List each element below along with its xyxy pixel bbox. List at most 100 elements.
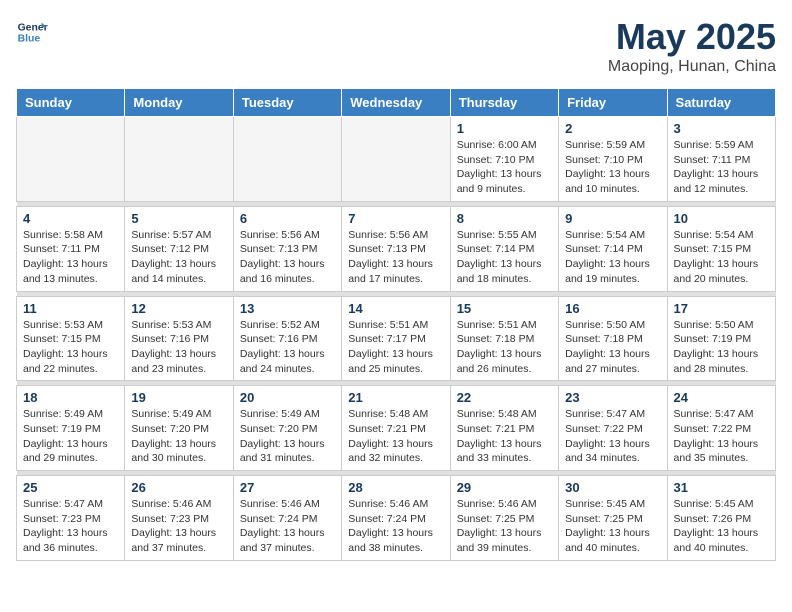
day-info: Sunrise: 5:59 AM Sunset: 7:10 PM Dayligh… [565,138,660,197]
day-info: Sunrise: 5:51 AM Sunset: 7:18 PM Dayligh… [457,318,552,377]
day-number: 29 [457,480,552,495]
calendar-cell: 17Sunrise: 5:50 AM Sunset: 7:19 PM Dayli… [667,296,775,381]
calendar-cell: 19Sunrise: 5:49 AM Sunset: 7:20 PM Dayli… [125,386,233,471]
month-title: May 2025 [608,16,776,58]
day-info: Sunrise: 5:47 AM Sunset: 7:22 PM Dayligh… [565,407,660,466]
calendar-cell: 24Sunrise: 5:47 AM Sunset: 7:22 PM Dayli… [667,386,775,471]
day-info: Sunrise: 5:45 AM Sunset: 7:25 PM Dayligh… [565,497,660,556]
day-info: Sunrise: 5:46 AM Sunset: 7:25 PM Dayligh… [457,497,552,556]
calendar-cell [342,117,450,202]
calendar-cell: 14 Sunrise: 5:51 AM Sunset: 7:17 PM Dayli… [342,296,450,381]
calendar-cell: 31 Sunrise: 5:45 AM Sunset: 7:26 PM Dayli… [667,476,775,561]
weekday-header-thursday: Thursday [450,89,558,117]
calendar-cell: 18Sunrise: 5:49 AM Sunset: 7:19 PM Dayli… [17,386,125,471]
calendar-cell: 15 Sunrise: 5:51 AM Sunset: 7:18 PM Dayli… [450,296,558,381]
day-number: 4 [23,211,118,226]
weekday-header-wednesday: Wednesday [342,89,450,117]
calendar-cell [17,117,125,202]
calendar-cell: 7 Sunrise: 5:56 AM Sunset: 7:13 PM Daylig… [342,206,450,291]
day-info: Sunrise: 5:49 AM Sunset: 7:19 PM Dayligh… [23,407,118,466]
day-info: Sunrise: 5:46 AM Sunset: 7:23 PM Dayligh… [131,497,226,556]
day-number: 30 [565,480,660,495]
calendar-cell: 25Sunrise: 5:47 AM Sunset: 7:23 PM Dayli… [17,476,125,561]
day-info: Sunrise: 5:48 AM Sunset: 7:21 PM Dayligh… [348,407,443,466]
logo: General Blue [16,16,48,48]
day-number: 24 [674,390,769,405]
day-info: Sunrise: 5:45 AM Sunset: 7:26 PM Dayligh… [674,497,769,556]
day-info: Sunrise: 5:55 AM Sunset: 7:14 PM Dayligh… [457,228,552,287]
day-info: Sunrise: 5:50 AM Sunset: 7:19 PM Dayligh… [674,318,769,377]
day-info: Sunrise: 5:50 AM Sunset: 7:18 PM Dayligh… [565,318,660,377]
day-number: 3 [674,121,769,136]
calendar-cell [125,117,233,202]
day-number: 10 [674,211,769,226]
calendar-cell: 8 Sunrise: 5:55 AM Sunset: 7:14 PM Daylig… [450,206,558,291]
day-number: 28 [348,480,443,495]
day-number: 20 [240,390,335,405]
day-number: 31 [674,480,769,495]
calendar-table: SundayMondayTuesdayWednesdayThursdayFrid… [16,88,776,561]
calendar-cell: 1 Sunrise: 6:00 AM Sunset: 7:10 PM Daylig… [450,117,558,202]
day-info: Sunrise: 5:46 AM Sunset: 7:24 PM Dayligh… [348,497,443,556]
day-number: 11 [23,301,118,316]
calendar-cell: 6Sunrise: 5:56 AM Sunset: 7:13 PM Daylig… [233,206,341,291]
day-info: Sunrise: 5:54 AM Sunset: 7:15 PM Dayligh… [674,228,769,287]
calendar-cell: 28 Sunrise: 5:46 AM Sunset: 7:24 PM Dayli… [342,476,450,561]
calendar-cell: 3 Sunrise: 5:59 AM Sunset: 7:11 PM Daylig… [667,117,775,202]
day-number: 8 [457,211,552,226]
weekday-header-tuesday: Tuesday [233,89,341,117]
calendar-cell: 2 Sunrise: 5:59 AM Sunset: 7:10 PM Daylig… [559,117,667,202]
day-number: 16 [565,301,660,316]
calendar-cell [233,117,341,202]
calendar-cell: 9Sunrise: 5:54 AM Sunset: 7:14 PM Daylig… [559,206,667,291]
day-info: Sunrise: 5:49 AM Sunset: 7:20 PM Dayligh… [131,407,226,466]
logo-icon: General Blue [16,16,48,48]
day-number: 13 [240,301,335,316]
day-number: 22 [457,390,552,405]
day-number: 27 [240,480,335,495]
day-info: Sunrise: 5:48 AM Sunset: 7:21 PM Dayligh… [457,407,552,466]
calendar-cell: 23Sunrise: 5:47 AM Sunset: 7:22 PM Dayli… [559,386,667,471]
calendar-cell: 16 Sunrise: 5:50 AM Sunset: 7:18 PM Dayli… [559,296,667,381]
svg-text:General: General [18,22,48,33]
day-info: Sunrise: 5:56 AM Sunset: 7:13 PM Dayligh… [348,228,443,287]
calendar-cell: 22 Sunrise: 5:48 AM Sunset: 7:21 PM Dayli… [450,386,558,471]
day-info: Sunrise: 5:52 AM Sunset: 7:16 PM Dayligh… [240,318,335,377]
day-number: 21 [348,390,443,405]
calendar-cell: 5 Sunrise: 5:57 AM Sunset: 7:12 PM Daylig… [125,206,233,291]
weekday-header-friday: Friday [559,89,667,117]
calendar-cell: 13 Sunrise: 5:52 AM Sunset: 7:16 PM Dayli… [233,296,341,381]
calendar-cell: 29 Sunrise: 5:46 AM Sunset: 7:25 PM Dayli… [450,476,558,561]
day-info: Sunrise: 5:47 AM Sunset: 7:23 PM Dayligh… [23,497,118,556]
calendar-cell: 20 Sunrise: 5:49 AM Sunset: 7:20 PM Dayli… [233,386,341,471]
title-area: May 2025 Maoping, Hunan, China [608,16,776,76]
day-info: Sunrise: 5:53 AM Sunset: 7:16 PM Dayligh… [131,318,226,377]
day-number: 2 [565,121,660,136]
calendar-cell: 26 Sunrise: 5:46 AM Sunset: 7:23 PM Dayli… [125,476,233,561]
day-number: 1 [457,121,552,136]
calendar-week-row: 1 Sunrise: 6:00 AM Sunset: 7:10 PM Daylig… [17,117,776,202]
day-number: 26 [131,480,226,495]
weekday-header-sunday: Sunday [17,89,125,117]
calendar-cell: 12 Sunrise: 5:53 AM Sunset: 7:16 PM Dayli… [125,296,233,381]
day-info: Sunrise: 5:49 AM Sunset: 7:20 PM Dayligh… [240,407,335,466]
day-info: Sunrise: 5:51 AM Sunset: 7:17 PM Dayligh… [348,318,443,377]
location: Maoping, Hunan, China [608,58,776,76]
day-info: Sunrise: 6:00 AM Sunset: 7:10 PM Dayligh… [457,138,552,197]
calendar-week-row: 18Sunrise: 5:49 AM Sunset: 7:19 PM Dayli… [17,386,776,471]
day-number: 5 [131,211,226,226]
calendar-cell: 4Sunrise: 5:58 AM Sunset: 7:11 PM Daylig… [17,206,125,291]
day-info: Sunrise: 5:59 AM Sunset: 7:11 PM Dayligh… [674,138,769,197]
weekday-header-saturday: Saturday [667,89,775,117]
day-number: 15 [457,301,552,316]
day-number: 14 [348,301,443,316]
calendar-cell: 21 Sunrise: 5:48 AM Sunset: 7:21 PM Dayli… [342,386,450,471]
weekday-header-row: SundayMondayTuesdayWednesdayThursdayFrid… [17,89,776,117]
calendar-cell: 27Sunrise: 5:46 AM Sunset: 7:24 PM Dayli… [233,476,341,561]
day-number: 7 [348,211,443,226]
calendar-cell: 10 Sunrise: 5:54 AM Sunset: 7:15 PM Dayli… [667,206,775,291]
calendar-week-row: 4Sunrise: 5:58 AM Sunset: 7:11 PM Daylig… [17,206,776,291]
day-number: 12 [131,301,226,316]
day-info: Sunrise: 5:57 AM Sunset: 7:12 PM Dayligh… [131,228,226,287]
weekday-header-monday: Monday [125,89,233,117]
